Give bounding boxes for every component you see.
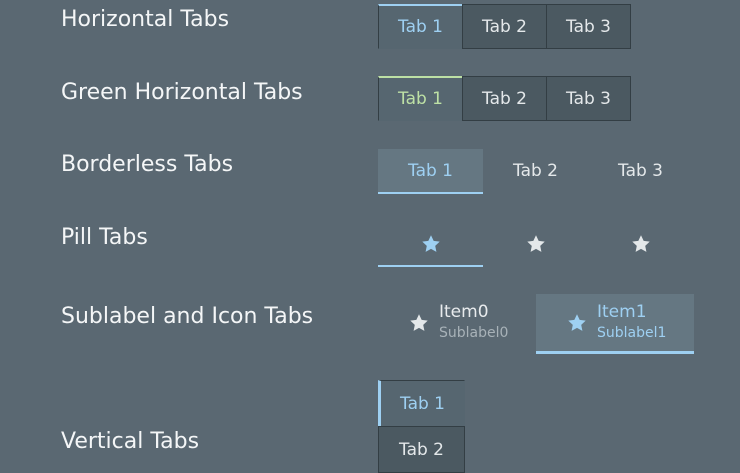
row-label-borderless-tabs: Borderless Tabs (61, 152, 234, 177)
vertical-tabbar: Tab 1 Tab 2 (378, 380, 465, 473)
borderless-tabbar: Tab 1 Tab 2 Tab 3 (378, 149, 693, 194)
borderless-tab-1[interactable]: Tab 1 (378, 149, 483, 194)
horizontal-tab-3[interactable]: Tab 3 (546, 4, 631, 49)
green-tab-3[interactable]: Tab 3 (546, 76, 631, 121)
pill-tab-1[interactable] (378, 222, 483, 267)
star-icon (421, 234, 440, 252)
horizontal-tab-1[interactable]: Tab 1 (378, 4, 463, 49)
star-icon (410, 313, 428, 331)
green-tab-1[interactable]: Tab 1 (378, 76, 463, 121)
tab-sublabel: Sublabel1 (597, 325, 667, 341)
tab-sublabel: Sublabel0 (439, 325, 509, 341)
horizontal-tab-2[interactable]: Tab 2 (462, 4, 547, 49)
borderless-tab-3[interactable]: Tab 3 (588, 149, 693, 194)
pill-tab-2[interactable] (483, 222, 588, 267)
star-icon (631, 234, 650, 252)
star-icon (526, 234, 545, 252)
vertical-tab-1[interactable]: Tab 1 (378, 380, 465, 427)
sublabel-tabbar: Item0 Sublabel0 Item1 Sublabel1 (378, 294, 694, 354)
horizontal-tabbar: Tab 1 Tab 2 Tab 3 (378, 4, 631, 49)
star-icon (568, 313, 586, 331)
sublabel-tab-item0[interactable]: Item0 Sublabel0 (378, 294, 536, 354)
green-tab-2[interactable]: Tab 2 (462, 76, 547, 121)
pill-tab-3[interactable] (588, 222, 693, 267)
row-label-sublabel-icon-tabs: Sublabel and Icon Tabs (61, 304, 314, 329)
row-label-green-horizontal-tabs: Green Horizontal Tabs (61, 80, 303, 105)
borderless-tab-2[interactable]: Tab 2 (483, 149, 588, 194)
sublabel-tab-item1[interactable]: Item1 Sublabel1 (536, 294, 694, 354)
green-tabbar: Tab 1 Tab 2 Tab 3 (378, 76, 631, 121)
row-label-vertical-tabs: Vertical Tabs (61, 429, 200, 454)
pill-tabbar (378, 222, 693, 267)
row-label-horizontal-tabs: Horizontal Tabs (61, 7, 230, 32)
row-label-pill-tabs: Pill Tabs (61, 225, 148, 250)
tab-label: Item1 (597, 302, 647, 322)
tab-label: Item0 (439, 302, 489, 322)
